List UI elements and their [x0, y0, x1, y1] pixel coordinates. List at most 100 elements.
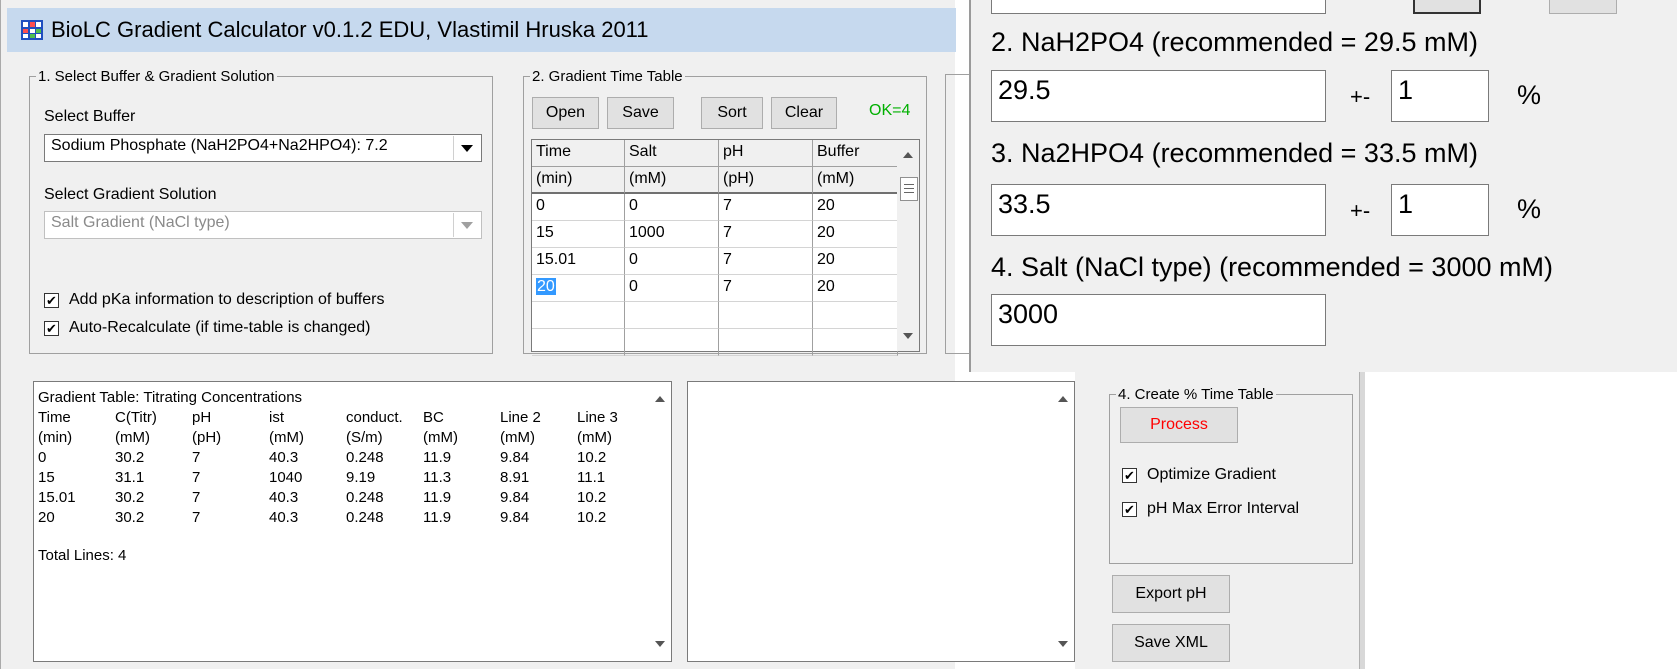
results-header: Line 2	[500, 409, 541, 426]
salt-input[interactable]: 3000	[991, 294, 1326, 346]
grid-header-cell: Time	[532, 140, 625, 167]
results-header: Line 3	[577, 409, 618, 426]
time-table-legend: 2. Gradient Time Table	[532, 68, 683, 85]
scroll-thumb[interactable]	[900, 177, 918, 201]
grid-cell[interactable]: 1000	[625, 221, 719, 248]
results-header: pH	[192, 409, 212, 426]
results-header: conduct.	[346, 409, 403, 426]
plusminus-text: +-	[1350, 84, 1371, 109]
select-buffer-label: Select Buffer	[44, 108, 136, 125]
ph-max-error-checkbox[interactable]: ✔ pH Max Error Interval	[1122, 500, 1299, 518]
grid-units-row: (min) (mM) (pH) (mM)	[532, 167, 898, 194]
scroll-up-icon[interactable]	[655, 396, 665, 402]
partial-button-focused[interactable]	[1413, 0, 1481, 14]
results-cell: 11.9	[423, 489, 452, 506]
table-row-empty[interactable]	[532, 329, 898, 356]
table-status: OK=4	[869, 102, 911, 119]
grid-unit-cell: (mM)	[625, 167, 719, 194]
percent-text: %	[1517, 80, 1542, 110]
grid-cell-selected[interactable]: 20	[532, 275, 625, 302]
grid-cell[interactable]: 0	[625, 275, 719, 302]
optimize-gradient-checkbox[interactable]: ✔ Optimize Gradient	[1122, 466, 1276, 484]
total-lines: Total Lines: 4	[38, 547, 127, 564]
gradient-time-grid[interactable]: Time Salt pH Buffer (min) (mM) (pH) (mM)…	[531, 139, 920, 356]
results-cell: 0.248	[346, 489, 384, 506]
buffer-select-dropdown-button[interactable]	[453, 136, 480, 160]
grid-cell[interactable]: 7	[719, 275, 813, 302]
results-cell: 7	[192, 469, 201, 486]
results-cell: 7	[192, 509, 201, 526]
grid-cell[interactable]: 20	[813, 221, 898, 248]
results-cell: 9.84	[500, 489, 530, 506]
grid-cell[interactable]: 0	[625, 248, 719, 275]
grid-cell[interactable]: 20	[813, 194, 898, 221]
grid-cell[interactable]: 0	[532, 194, 625, 221]
na2hpo4-input[interactable]: 33.5	[991, 184, 1326, 236]
grid-cell[interactable]: 7	[719, 194, 813, 221]
na2hpo4-tolerance-input[interactable]: 1	[1391, 184, 1489, 236]
partial-input[interactable]	[991, 0, 1326, 14]
clear-button[interactable]: Clear	[771, 97, 837, 129]
results-scrollbar[interactable]	[649, 382, 671, 661]
process-button[interactable]: Process	[1120, 407, 1238, 443]
results-table: Time C(Titr) pH ist conduct. BC Line 2 L…	[38, 408, 638, 526]
grid-cell[interactable]: 7	[719, 221, 813, 248]
results-textarea[interactable]: Gradient Table: Titrating Concentrations…	[33, 381, 672, 662]
nah2po4-input[interactable]: 29.5	[991, 70, 1326, 122]
grid-scrollbar[interactable]	[897, 140, 919, 351]
percent-text: %	[1517, 194, 1542, 224]
results-cell: 40.3	[269, 489, 299, 506]
open-button[interactable]: Open	[532, 97, 599, 129]
auto-recalc-checkbox[interactable]: ✔ Auto-Recalculate (if time-table is cha…	[44, 319, 370, 337]
buffer-group-legend: 1. Select Buffer & Gradient Solution	[38, 68, 275, 85]
title-bar[interactable]: BioLC Gradient Calculator v0.1.2 EDU, Vl…	[7, 8, 956, 52]
grid-cell[interactable]: 20	[813, 248, 898, 275]
buffer-select[interactable]: Sodium Phosphate (NaH2PO4+Na2HPO4): 7.2	[44, 134, 482, 162]
save-xml-button[interactable]: Save XML	[1112, 624, 1230, 662]
grid-cell[interactable]: 0	[625, 194, 719, 221]
gradient-select[interactable]: Salt Gradient (NaCl type)	[44, 211, 482, 239]
scroll-up-icon[interactable]	[903, 152, 913, 158]
results-cell: 7	[192, 449, 201, 466]
scroll-down-icon[interactable]	[903, 333, 913, 339]
check-icon: ✔	[44, 292, 59, 308]
results-cell: 8.91	[500, 469, 530, 486]
nah2po4-tolerance-input[interactable]: 1	[1391, 70, 1489, 122]
results-cell: 11.3	[423, 469, 452, 486]
add-pka-label: Add pKa information to description of bu…	[69, 291, 385, 308]
app-icon	[21, 20, 43, 40]
scroll-down-icon[interactable]	[1058, 641, 1068, 647]
ph-max-error-label: pH Max Error Interval	[1147, 500, 1300, 517]
grid-cell[interactable]: 20	[813, 275, 898, 302]
results-cell: 9.84	[500, 509, 530, 526]
grid-unit-cell: (mM)	[813, 167, 898, 194]
results-cell: 7	[192, 489, 201, 506]
output-textarea[interactable]	[687, 381, 1075, 662]
scroll-up-icon[interactable]	[1058, 396, 1068, 402]
partial-button[interactable]	[1549, 0, 1617, 14]
grid-cell[interactable]: 7	[719, 248, 813, 275]
nah2po4-label: 2. NaH2PO4 (recommended = 29.5 mM)	[991, 27, 1478, 57]
table-row[interactable]: 15 1000 7 20	[532, 221, 898, 248]
add-pka-checkbox[interactable]: ✔ Add pKa information to description of …	[44, 291, 384, 309]
results-cell: 10.2	[577, 449, 607, 466]
table-row[interactable]: 20 0 7 20	[532, 275, 898, 302]
output-scrollbar[interactable]	[1052, 382, 1074, 661]
scroll-down-icon[interactable]	[655, 641, 665, 647]
save-button[interactable]: Save	[607, 97, 674, 129]
grid-cell[interactable]: 15.01	[532, 248, 625, 275]
grid-cell[interactable]: 15	[532, 221, 625, 248]
table-row[interactable]: 15.01 0 7 20	[532, 248, 898, 275]
results-cell: 40.3	[269, 509, 299, 526]
results-cell: 9.19	[346, 469, 376, 486]
results-header: ist	[269, 409, 284, 426]
export-ph-button[interactable]: Export pH	[1112, 575, 1230, 613]
sort-button[interactable]: Sort	[701, 97, 763, 129]
table-row-empty[interactable]	[532, 302, 898, 329]
check-icon: ✔	[44, 320, 59, 336]
table-row[interactable]: 0 0 7 20	[532, 194, 898, 221]
selected-cell-text[interactable]: 20	[536, 278, 556, 295]
chevron-down-icon	[461, 144, 473, 152]
gradient-select-dropdown-button[interactable]	[453, 213, 480, 237]
results-cell: 15	[38, 469, 55, 486]
